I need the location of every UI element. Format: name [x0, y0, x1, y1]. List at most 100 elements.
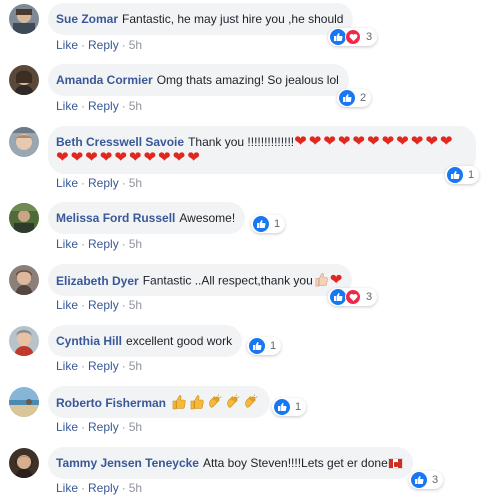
- comment-author[interactable]: Roberto Fisherman: [56, 396, 166, 410]
- comment-text: Omg thats amazing! So jealous lol: [156, 73, 339, 87]
- comment-bubble: Melissa Ford Russell Awesome!: [48, 202, 246, 234]
- comment-bubble: Roberto Fisherman: [48, 386, 271, 418]
- reaction-count: 2: [360, 92, 367, 104]
- reply-link[interactable]: Reply: [88, 176, 119, 190]
- heart-emoji: ❤: [308, 133, 322, 150]
- like-link[interactable]: Like: [56, 99, 78, 113]
- canada-flag-emoji: [387, 458, 403, 470]
- separator: ·: [121, 298, 126, 312]
- comment-timestamp[interactable]: 5h: [129, 298, 142, 312]
- like-link[interactable]: Like: [56, 298, 78, 312]
- separator: ·: [121, 176, 126, 190]
- like-link[interactable]: Like: [56, 176, 78, 190]
- like-link[interactable]: Like: [56, 420, 78, 434]
- comment-text: Fantastic, he may just hire you ,he shou…: [122, 12, 344, 26]
- comment-timestamp[interactable]: 5h: [129, 38, 142, 52]
- heart-emoji: ❤: [425, 133, 438, 150]
- avatar[interactable]: [9, 448, 39, 478]
- reaction-summary[interactable]: 1: [247, 337, 282, 355]
- reply-link[interactable]: Reply: [88, 298, 119, 312]
- comment-bubble: Beth Cresswell Savoie Thank you !!!!!!!!!…: [48, 126, 476, 174]
- comment-author[interactable]: Elizabeth Dyer: [56, 274, 139, 288]
- avatar[interactable]: [9, 387, 39, 417]
- heart-emoji: ❤: [172, 149, 186, 166]
- clapping-hands-emoji: [207, 394, 223, 414]
- like-reaction-icon: [249, 338, 265, 354]
- comment-bubble: Amanda Cormier Omg thats amazing! So jeal…: [48, 64, 349, 96]
- separator: ·: [81, 237, 86, 251]
- heart-emoji: ❤: [381, 133, 395, 150]
- avatar[interactable]: [9, 326, 39, 356]
- heart-emoji: ❤: [294, 133, 307, 150]
- comment-actions: Like · Reply · 5h: [56, 420, 142, 434]
- comment-bubble: Tammy Jensen Teneycke Atta boy Steven!!!!…: [48, 447, 413, 479]
- separator: ·: [81, 176, 86, 190]
- avatar[interactable]: [9, 4, 39, 34]
- reaction-summary[interactable]: 3: [328, 28, 378, 46]
- comment-text: Awesome!: [179, 211, 236, 225]
- reply-link[interactable]: Reply: [88, 481, 119, 495]
- comment-author[interactable]: Cynthia Hill: [56, 334, 122, 348]
- avatar-icon: [9, 65, 39, 95]
- reply-link[interactable]: Reply: [88, 38, 119, 52]
- comment-timestamp[interactable]: 5h: [129, 481, 142, 495]
- reaction-summary[interactable]: 3: [409, 471, 444, 489]
- separator: ·: [121, 38, 126, 52]
- reaction-summary[interactable]: 1: [272, 398, 307, 416]
- comment-actions: Like · Reply · 5h: [56, 38, 142, 52]
- reaction-count: 1: [270, 340, 277, 352]
- like-reaction-icon: [330, 289, 346, 305]
- avatar-icon: [9, 203, 39, 233]
- comment-text: Fantastic ..All respect,thank you: [142, 273, 313, 288]
- comment-actions: Like · Reply · 5h: [56, 298, 142, 312]
- heart-emoji: ❤: [56, 149, 69, 166]
- comment-timestamp[interactable]: 5h: [129, 359, 142, 373]
- like-link[interactable]: Like: [56, 38, 78, 52]
- comment-actions: Like · Reply · 5h: [56, 237, 142, 251]
- like-link[interactable]: Like: [56, 359, 78, 373]
- thumbs-up-emoji: [171, 394, 187, 414]
- comment-author[interactable]: Sue Zomar: [56, 12, 118, 26]
- like-link[interactable]: Like: [56, 481, 78, 495]
- avatar-icon: [9, 448, 39, 478]
- comment-timestamp[interactable]: 5h: [129, 99, 142, 113]
- comment-timestamp[interactable]: 5h: [129, 176, 142, 190]
- heart-emoji: ❤: [99, 149, 113, 166]
- comment-author[interactable]: Beth Cresswell Savoie: [56, 135, 184, 149]
- avatar[interactable]: [9, 203, 39, 233]
- heart-emoji: ❤: [396, 133, 409, 150]
- reply-link[interactable]: Reply: [88, 420, 119, 434]
- avatar[interactable]: [9, 65, 39, 95]
- heart-emoji: ❤: [143, 149, 157, 166]
- like-reaction-icon: [339, 90, 355, 106]
- reply-link[interactable]: Reply: [88, 237, 119, 251]
- emoji-group: [170, 394, 260, 410]
- reply-link[interactable]: Reply: [88, 359, 119, 373]
- reply-link[interactable]: Reply: [88, 99, 119, 113]
- comment-author[interactable]: Amanda Cormier: [56, 73, 153, 87]
- reaction-summary[interactable]: 2: [337, 89, 372, 107]
- reaction-count: 3: [366, 291, 373, 303]
- like-reaction-icon: [411, 472, 427, 488]
- like-link[interactable]: Like: [56, 237, 78, 251]
- comment-actions: Like · Reply · 5h: [56, 99, 142, 113]
- reaction-summary[interactable]: 1: [251, 215, 286, 233]
- reaction-summary[interactable]: 3: [328, 288, 378, 306]
- reaction-count: 1: [295, 401, 302, 413]
- avatar[interactable]: [9, 127, 39, 157]
- reaction-count: 3: [366, 31, 373, 43]
- clapping-hands-emoji: [243, 394, 259, 414]
- comment-author[interactable]: Tammy Jensen Teneycke: [56, 456, 199, 470]
- comment-timestamp[interactable]: 5h: [129, 237, 142, 251]
- avatar[interactable]: [9, 265, 39, 295]
- clapping-hands-emoji: [225, 394, 241, 414]
- comment-bubble: Sue Zomar Fantastic, he may just hire you…: [48, 3, 354, 35]
- comment-author[interactable]: Melissa Ford Russell: [56, 211, 175, 225]
- heart-emoji: ❤: [367, 133, 380, 150]
- heart-emoji: ❤: [187, 149, 200, 166]
- separator: ·: [81, 298, 86, 312]
- reaction-count: 1: [274, 218, 281, 230]
- like-reaction-icon: [274, 399, 290, 415]
- reaction-summary[interactable]: 1: [445, 166, 480, 184]
- comment-timestamp[interactable]: 5h: [129, 420, 142, 434]
